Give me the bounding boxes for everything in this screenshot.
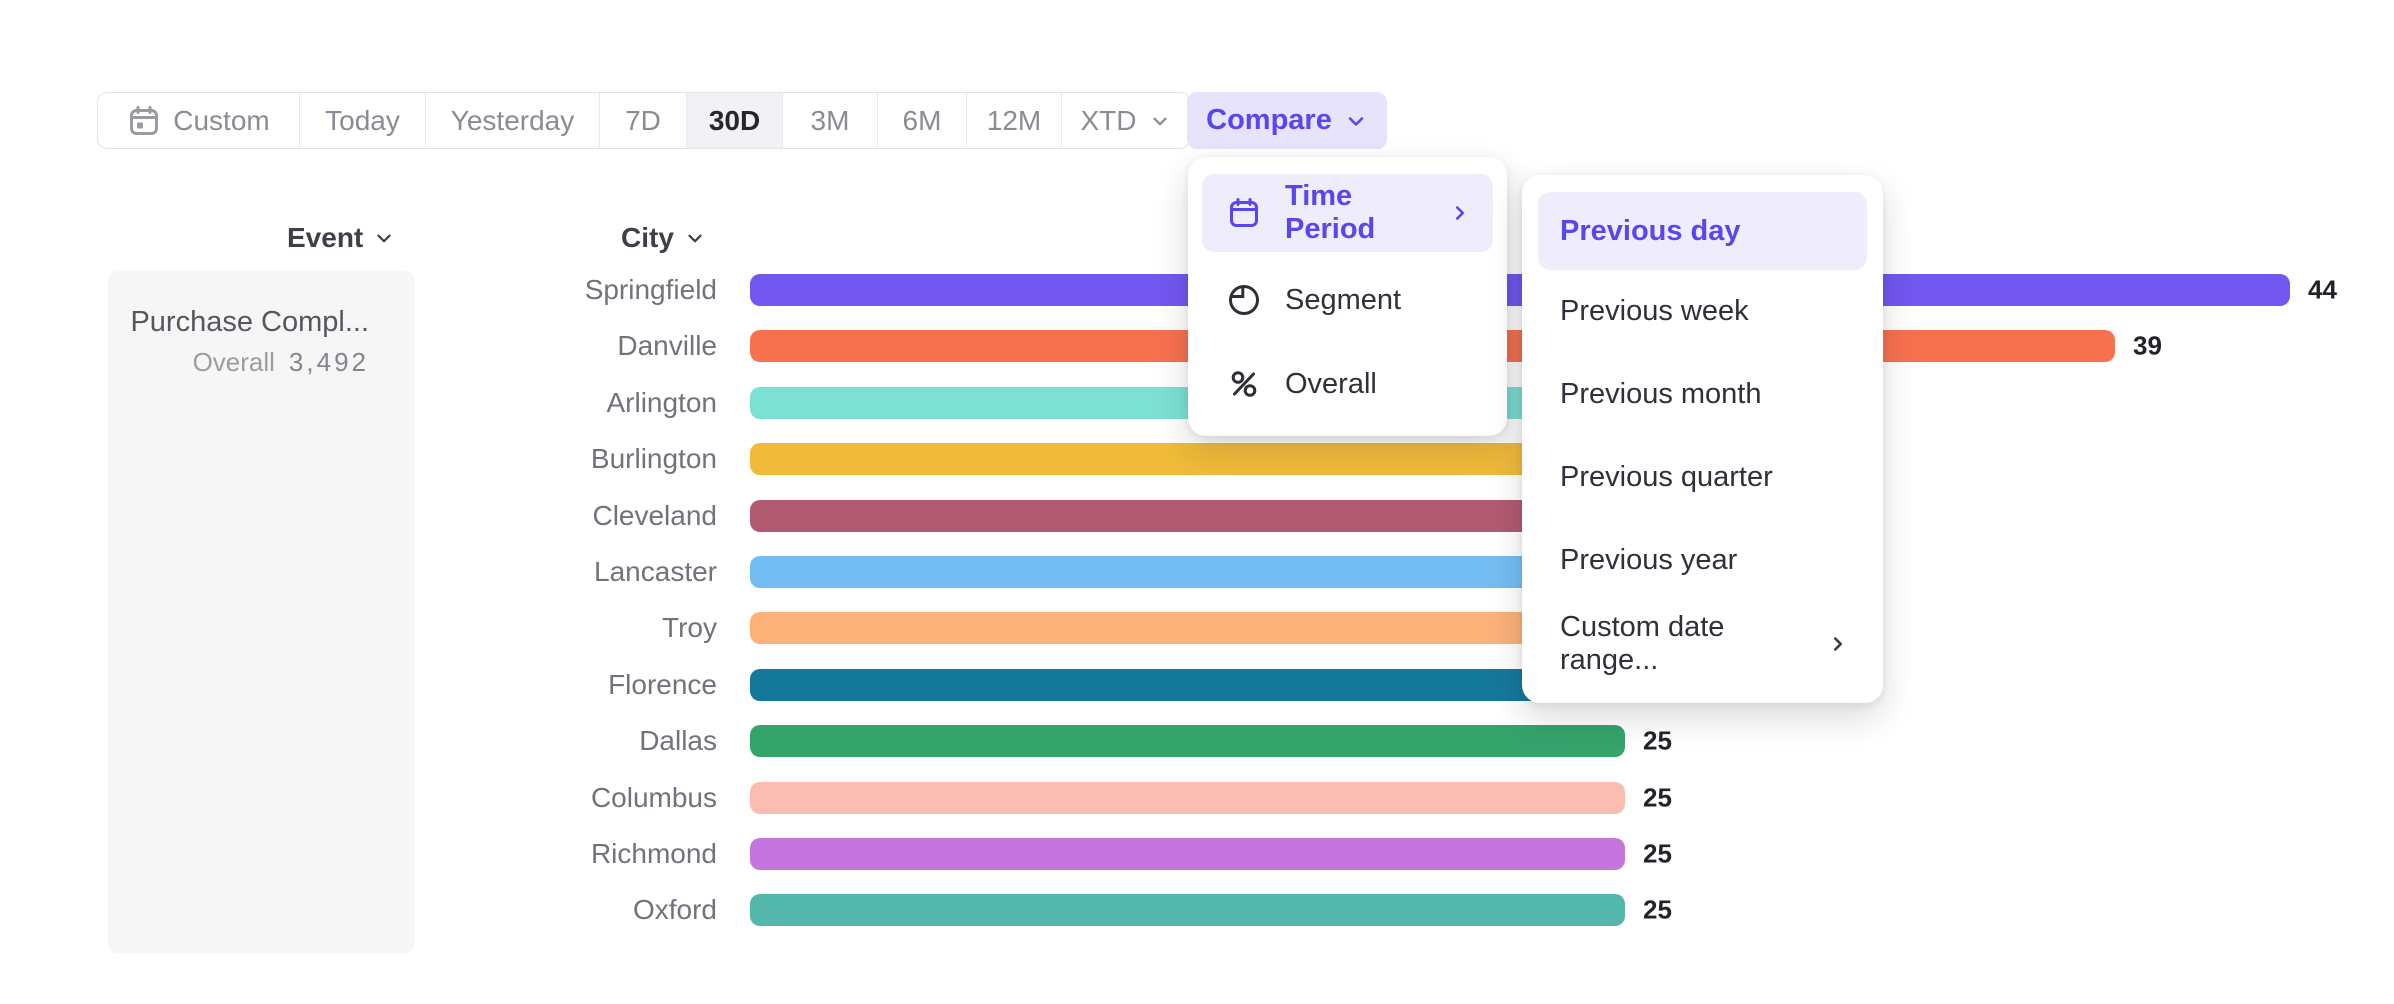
bar-springfield[interactable]: [750, 274, 2290, 306]
bar-label: Burlington: [280, 443, 717, 475]
bar-label: Lancaster: [280, 556, 717, 588]
menu-item-label: Overall: [1285, 368, 1377, 401]
bar-label: Arlington: [280, 387, 717, 419]
bar-value: 25: [1643, 726, 1672, 757]
bar-label: Florence: [280, 669, 717, 701]
submenu-item-previous-month[interactable]: Previous month: [1538, 353, 1867, 436]
chart-row-oxford: Oxford 25: [0, 882, 2394, 938]
bar-label: Dallas: [280, 725, 717, 757]
submenu-item-label: Custom date range...: [1560, 611, 1827, 677]
submenu-item-previous-week[interactable]: Previous week: [1538, 270, 1867, 353]
percent-icon: [1227, 367, 1261, 401]
bar-columbus[interactable]: [750, 782, 1625, 814]
bar-value: 44: [2308, 275, 2337, 306]
compare-menu-item-segment[interactable]: Segment: [1202, 258, 1493, 342]
submenu-item-label: Previous quarter: [1560, 461, 1773, 494]
bar-richmond[interactable]: [750, 838, 1625, 870]
bar-oxford[interactable]: [750, 894, 1625, 926]
submenu-item-custom-date-range[interactable]: Custom date range...: [1538, 602, 1867, 685]
chart-row-lancaster: Lancaster: [0, 544, 2394, 600]
menu-item-label: Segment: [1285, 284, 1401, 317]
submenu-item-label: Previous year: [1560, 544, 1737, 577]
chart-row-richmond: Richmond 25: [0, 826, 2394, 882]
bar-label: Springfield: [280, 274, 717, 306]
chevron-right-icon: [1449, 202, 1471, 224]
chart-row-florence: Florence: [0, 657, 2394, 713]
chevron-right-icon: [1827, 633, 1849, 655]
submenu-item-label: Previous day: [1560, 215, 1741, 248]
compare-menu-item-time-period[interactable]: Time Period: [1202, 174, 1493, 252]
chart-row-cleveland: Cleveland: [0, 488, 2394, 544]
bar-chart: Springfield 44 Danville 39 Arlington Burlingt…: [0, 0, 2394, 1004]
bar-label: Troy: [280, 612, 717, 644]
bar-label: Richmond: [280, 838, 717, 870]
bar-label: Columbus: [280, 782, 717, 814]
chart-row-troy: Troy: [0, 600, 2394, 656]
segment-icon: [1227, 283, 1261, 317]
menu-item-label: Time Period: [1285, 180, 1425, 246]
submenu-item-label: Previous month: [1560, 378, 1762, 411]
bar-label: Danville: [280, 330, 717, 362]
time-period-submenu: Previous day Previous week Previous month P…: [1522, 175, 1883, 703]
bar-dallas[interactable]: [750, 725, 1625, 757]
bar-label: Oxford: [280, 894, 717, 926]
chart-row-dallas: Dallas 25: [0, 713, 2394, 769]
bar-label: Cleveland: [280, 500, 717, 532]
bar-value: 25: [1643, 895, 1672, 926]
submenu-item-previous-quarter[interactable]: Previous quarter: [1538, 436, 1867, 519]
compare-menu-item-overall[interactable]: Overall: [1202, 342, 1493, 426]
bar-value: 25: [1643, 839, 1672, 870]
compare-dropdown-menu: Time Period Segment Overall: [1188, 157, 1507, 436]
chart-row-columbus: Columbus 25: [0, 770, 2394, 826]
chart-row-burlington: Burlington: [0, 431, 2394, 487]
calendar-icon: [1227, 196, 1261, 230]
bar-value: 39: [2133, 331, 2162, 362]
submenu-item-previous-day[interactable]: Previous day: [1538, 192, 1867, 270]
bar-value: 25: [1643, 782, 1672, 813]
submenu-item-label: Previous week: [1560, 295, 1749, 328]
analytics-report-canvas: CustomTodayYesterday7D30D3M6M12MXTD Comp…: [0, 0, 2394, 1004]
submenu-item-previous-year[interactable]: Previous year: [1538, 519, 1867, 602]
